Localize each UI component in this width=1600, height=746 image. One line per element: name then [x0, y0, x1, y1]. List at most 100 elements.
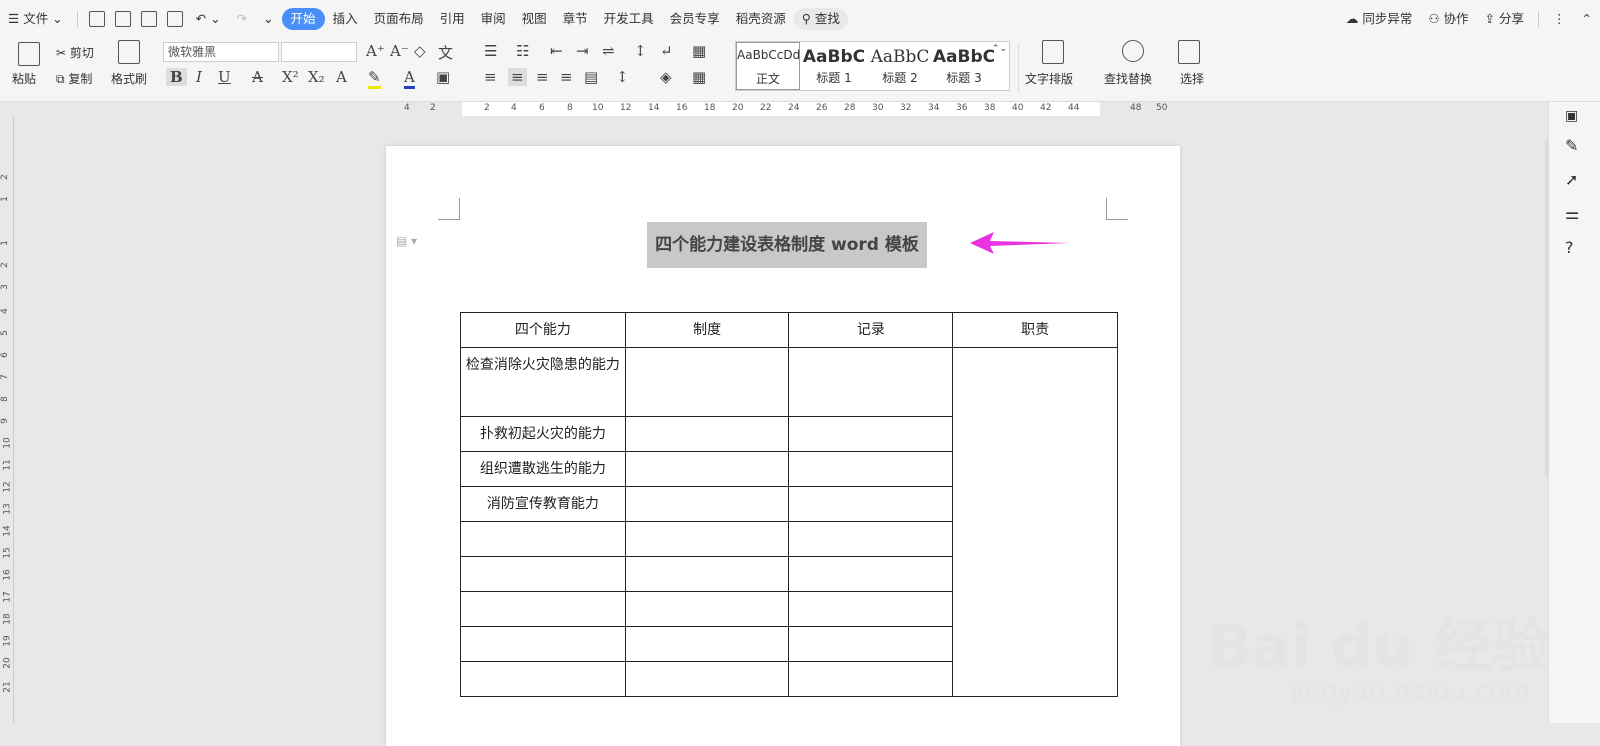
collapse-icon[interactable]: ⌃ [1574, 8, 1600, 30]
select-icon[interactable] [1178, 40, 1200, 64]
align-left-icon[interactable]: ≡ [484, 68, 497, 86]
sync-status-button[interactable]: ☁ 同步异常 [1338, 8, 1421, 30]
table-cell[interactable] [789, 417, 953, 452]
table-cell[interactable]: 消防宣传教育能力 [461, 487, 626, 522]
table-header-cell[interactable]: 记录 [789, 313, 953, 348]
strikethrough-icon[interactable]: A [252, 68, 263, 86]
select-button[interactable]: 选择 [1180, 70, 1204, 87]
table-cell[interactable] [789, 452, 953, 487]
paste-icon[interactable] [18, 42, 40, 66]
font-color-icon[interactable]: A [404, 68, 415, 89]
format-painter-button[interactable]: 格式刷 [111, 70, 147, 87]
shading-icon[interactable]: ◈ [660, 68, 672, 86]
borders-icon[interactable]: ▦ [692, 68, 706, 86]
print-preview-icon[interactable] [167, 11, 183, 27]
paragraph-options-icon[interactable]: ▤ ▾ [396, 234, 417, 248]
copy-button[interactable]: ⧉ 复制 [56, 70, 92, 87]
search-button[interactable]: ⚲ 查找 [794, 8, 848, 30]
show-marks-icon[interactable]: ↵ [660, 42, 673, 60]
table-cell[interactable] [461, 627, 626, 662]
table-cell[interactable] [789, 557, 953, 592]
table-cell[interactable]: 组织遭散逃生的能力 [461, 452, 626, 487]
increase-indent-icon[interactable]: ⇥ [576, 42, 589, 60]
share-button[interactable]: ⇪ 分享 [1477, 8, 1532, 30]
table-header-cell[interactable]: 四个能力 [461, 313, 626, 348]
table-cell[interactable] [461, 592, 626, 627]
tab-developer[interactable]: 开发工具 [596, 8, 662, 30]
table-cell[interactable] [789, 662, 953, 697]
style-heading-1[interactable]: AaBbC 标题 1 [802, 42, 866, 90]
format-painter-icon[interactable] [118, 40, 140, 64]
phonetic-icon[interactable]: 文 [438, 42, 453, 63]
shrink-font-icon[interactable]: A⁻ [390, 42, 409, 60]
grow-font-icon[interactable]: A⁺ [366, 42, 385, 60]
superscript-icon[interactable]: X² [282, 68, 299, 86]
numbering-icon[interactable]: ☷ [516, 42, 529, 60]
text-effect-icon[interactable]: A [336, 68, 347, 86]
bold-icon[interactable]: B [166, 68, 187, 86]
table-cell[interactable] [789, 627, 953, 662]
table-cell[interactable] [789, 592, 953, 627]
edit-icon[interactable]: ✎ [1565, 136, 1578, 155]
table-cell[interactable] [625, 557, 789, 592]
redo-icon[interactable]: ↷ [229, 8, 255, 30]
tab-section[interactable]: 章节 [555, 8, 596, 30]
table-cell[interactable] [789, 522, 953, 557]
tab-review[interactable]: 审阅 [473, 8, 514, 30]
undo-icon[interactable]: ↶ ⌄ [188, 8, 229, 30]
table-header-cell[interactable]: 职责 [953, 313, 1118, 348]
tab-member[interactable]: 会员专享 [662, 8, 728, 30]
font-name-select[interactable]: 微软雅黑 [163, 42, 279, 62]
find-replace-button[interactable]: 查找替换 [1104, 70, 1152, 87]
settings-sliders-icon[interactable]: ⚌ [1565, 204, 1579, 223]
table-grid-icon[interactable]: ▦ [692, 42, 706, 60]
paste-button[interactable]: 粘贴 [12, 70, 36, 87]
table-cell[interactable] [625, 348, 789, 417]
table-cell[interactable] [461, 662, 626, 697]
table-cell[interactable] [625, 592, 789, 627]
table-cell[interactable] [625, 487, 789, 522]
line-spacing-icon[interactable]: ↕ [616, 68, 629, 86]
cut-button[interactable]: ✂ 剪切 [56, 44, 94, 61]
clear-format-icon[interactable]: ◇ [414, 42, 426, 60]
collab-button[interactable]: ⚇ 协作 [1420, 8, 1476, 30]
tab-resources[interactable]: 稻壳资源 [728, 8, 794, 30]
table-cell[interactable] [625, 627, 789, 662]
italic-icon[interactable]: I [196, 68, 202, 86]
subscript-icon[interactable]: X₂ [308, 68, 325, 86]
decrease-indent-icon[interactable]: ⇤ [550, 42, 563, 60]
distributed-icon[interactable]: ▤ [584, 68, 598, 86]
horizontal-ruler[interactable]: 4 2 2 4 6 8 10 12 14 16 18 20 22 24 26 2… [396, 102, 1166, 116]
bullets-icon[interactable]: ☰ [484, 42, 497, 60]
table-cell[interactable] [461, 522, 626, 557]
help-icon[interactable]: ? [1565, 238, 1574, 257]
table-cell[interactable]: 扑救初起火灾的能力 [461, 417, 626, 452]
font-size-select[interactable] [281, 42, 357, 62]
text-layout-icon[interactable] [1042, 40, 1064, 64]
tab-layout[interactable]: 页面布局 [366, 8, 432, 30]
print-icon[interactable] [141, 11, 157, 27]
tab-references[interactable]: 引用 [432, 8, 473, 30]
document-title[interactable]: 四个能力建设表格制度 word 模板 [647, 222, 927, 268]
vertical-ruler[interactable]: 2 1 1 2 3 4 5 6 7 8 9 10 11 12 13 14 15 … [0, 116, 14, 723]
style-heading-2[interactable]: AaBbC 标题 2 [868, 42, 932, 90]
find-replace-icon[interactable] [1122, 40, 1144, 62]
table-cell[interactable] [461, 557, 626, 592]
save-icon[interactable] [89, 11, 105, 27]
table-cell[interactable] [789, 348, 953, 417]
char-border-icon[interactable]: ▣ [436, 68, 450, 86]
text-layout-button[interactable]: 文字排版 [1025, 70, 1073, 87]
table-cell[interactable] [625, 522, 789, 557]
tab-view[interactable]: 视图 [514, 8, 555, 30]
tab-insert[interactable]: 插入 [325, 8, 366, 30]
tab-home[interactable]: 开始 [282, 8, 325, 30]
justify-icon[interactable]: ≡ [560, 68, 573, 86]
file-menu[interactable]: ☰ 文件 ⌄ [0, 8, 71, 30]
cursor-icon[interactable]: ➚ [1565, 170, 1578, 189]
responsibility-merged-cell[interactable] [953, 348, 1118, 697]
format-icon[interactable] [115, 11, 131, 27]
ruler-toggle-icon[interactable]: ▣ [1565, 108, 1578, 124]
table-cell[interactable]: 检查消除火灾隐患的能力 [461, 348, 626, 417]
style-heading-3[interactable]: AaBbC 标题 3 [932, 42, 996, 90]
styles-scroll-icon[interactable]: ⌃⌄ [992, 44, 1007, 54]
